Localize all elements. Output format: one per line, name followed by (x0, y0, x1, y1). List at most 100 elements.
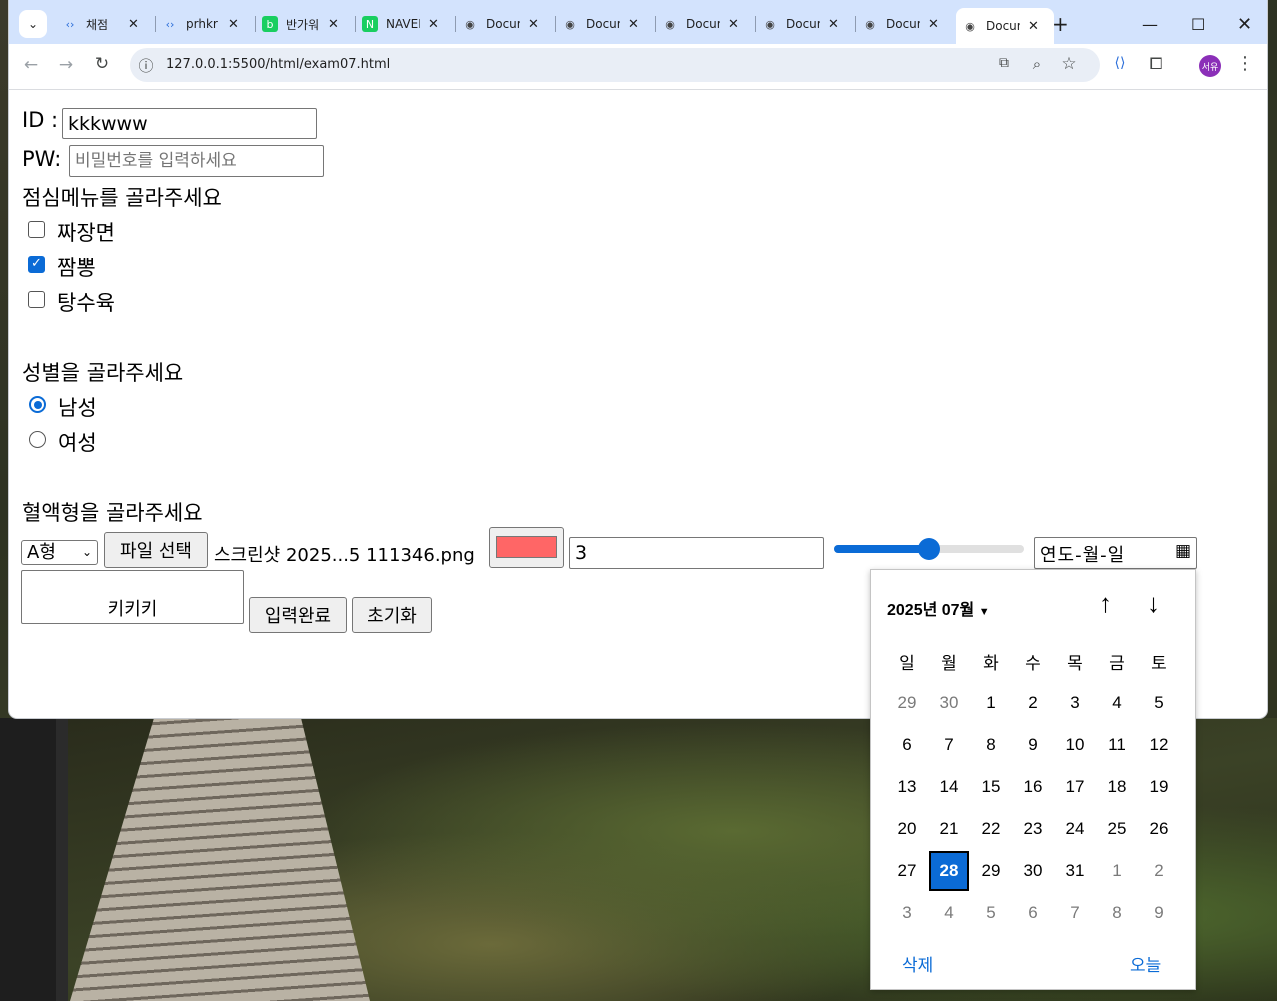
calendar-day[interactable]: 30 (928, 682, 970, 724)
calendar-day[interactable]: 18 (1096, 766, 1138, 808)
tab-5[interactable]: ◉ Document ✕ (456, 8, 554, 40)
calendar-day[interactable]: 30 (1012, 850, 1054, 892)
calendar-day[interactable]: 8 (970, 724, 1012, 766)
calendar-day[interactable]: 10 (1054, 724, 1096, 766)
new-tab-button[interactable]: + (1052, 8, 1069, 40)
textarea[interactable]: 키키키 (21, 570, 244, 624)
lunch-checkbox-1[interactable] (28, 221, 45, 238)
clear-date-link[interactable]: 삭제 (902, 951, 933, 976)
calendar-day[interactable]: 9 (1138, 892, 1180, 934)
calendar-day[interactable]: 5 (970, 892, 1012, 934)
calendar-day[interactable]: 5 (1138, 682, 1180, 724)
bookmark-star-icon[interactable]: ☆ (1059, 54, 1079, 74)
address-bar[interactable]: ⓘ 127.0.0.1:5500/html/exam07.html ⧉ ⌕ ☆ (130, 48, 1100, 82)
range-thumb[interactable] (918, 538, 940, 560)
calendar-day[interactable]: 2 (1138, 850, 1180, 892)
profile-avatar[interactable]: 서유 (1199, 55, 1221, 77)
calendar-day[interactable]: 12 (1138, 724, 1180, 766)
plus-icon[interactable]: + (1052, 12, 1069, 36)
close-icon[interactable]: ✕ (128, 17, 139, 32)
calendar-day[interactable]: 8 (1096, 892, 1138, 934)
close-icon[interactable]: ✕ (228, 17, 239, 32)
range-slider[interactable] (834, 538, 1024, 560)
maximize-button[interactable]: ☐ (1191, 8, 1205, 40)
calendar-day[interactable]: 22 (970, 808, 1012, 850)
close-icon[interactable]: ✕ (928, 17, 939, 32)
calendar-day[interactable]: 25 (1096, 808, 1138, 850)
close-icon[interactable]: ✕ (328, 17, 339, 32)
close-icon[interactable]: ✕ (1028, 19, 1039, 34)
number-input[interactable] (569, 537, 824, 569)
caret-down-icon[interactable]: ▼ (979, 606, 990, 618)
calendar-day[interactable]: 7 (928, 724, 970, 766)
submit-button[interactable]: 입력완료 (249, 597, 347, 633)
gender-radio-male[interactable] (29, 396, 46, 413)
chevron-down-icon[interactable]: ⌄ (19, 10, 47, 38)
close-window-button[interactable]: ✕ (1237, 8, 1252, 40)
tab-4[interactable]: N NAVER ✕ (356, 8, 454, 40)
calendar-day[interactable]: 3 (886, 892, 928, 934)
calendar-day[interactable]: 6 (886, 724, 928, 766)
gender-radio-female[interactable] (29, 431, 46, 448)
calendar-day[interactable]: 29 (886, 682, 928, 724)
zoom-icon[interactable]: ⌕ (1027, 55, 1047, 73)
extensions-puzzle-icon[interactable]: ⧠ (1146, 54, 1166, 74)
calendar-day[interactable]: 3 (1054, 682, 1096, 724)
color-picker[interactable] (489, 527, 564, 568)
minimize-button[interactable]: — (1142, 8, 1158, 40)
today-link[interactable]: 오늘 (1130, 951, 1161, 976)
forward-icon[interactable]: → (56, 55, 76, 75)
password-input[interactable] (69, 145, 324, 177)
url-text[interactable]: 127.0.0.1:5500/html/exam07.html (166, 57, 390, 72)
calendar-day[interactable]: 24 (1054, 808, 1096, 850)
calendar-day[interactable]: 26 (1138, 808, 1180, 850)
calendar-day[interactable]: 4 (928, 892, 970, 934)
calendar-day-selected[interactable]: 28 (929, 851, 969, 891)
calendar-day[interactable]: 1 (1096, 850, 1138, 892)
calendar-day[interactable]: 21 (928, 808, 970, 850)
id-input[interactable] (62, 108, 317, 139)
tab-1[interactable]: ‹› 채점 ✕ (56, 8, 154, 40)
close-icon[interactable]: ✕ (728, 17, 739, 32)
minimize-icon[interactable]: — (1142, 15, 1158, 34)
back-icon[interactable]: ← (21, 55, 41, 75)
calendar-day[interactable]: 1 (970, 682, 1012, 724)
calendar-day[interactable]: 27 (886, 850, 928, 892)
calendar-day[interactable]: 7 (1054, 892, 1096, 934)
calendar-day[interactable]: 13 (886, 766, 928, 808)
tab-6[interactable]: ◉ Document ✕ (556, 8, 654, 40)
calendar-day[interactable]: 29 (970, 850, 1012, 892)
calendar-day[interactable]: 19 (1138, 766, 1180, 808)
lunch-checkbox-3[interactable] (28, 291, 45, 308)
calendar-icon[interactable]: ▦ (1175, 541, 1191, 561)
extension-icon[interactable]: ⟨⟩ (1110, 55, 1130, 71)
lunch-checkbox-2[interactable]: ✓ (28, 256, 45, 273)
close-icon[interactable]: ✕ (1237, 14, 1252, 35)
blood-type-select[interactable]: A형 ⌄ (21, 540, 98, 565)
tab-7[interactable]: ◉ Document ✕ (656, 8, 754, 40)
calendar-day[interactable]: 4 (1096, 682, 1138, 724)
tab-3[interactable]: b 반가워 ✕ (256, 8, 354, 40)
close-icon[interactable]: ✕ (528, 17, 539, 32)
calendar-day[interactable]: 9 (1012, 724, 1054, 766)
close-icon[interactable]: ✕ (428, 17, 439, 32)
file-select-button[interactable]: 파일 선택 (104, 532, 208, 568)
menu-kebab-icon[interactable]: ⋮ (1235, 53, 1255, 74)
calendar-day[interactable]: 11 (1096, 724, 1138, 766)
calendar-day[interactable]: 20 (886, 808, 928, 850)
close-icon[interactable]: ✕ (628, 17, 639, 32)
calendar-day[interactable]: 6 (1012, 892, 1054, 934)
month-label[interactable]: 2025년 07월 (887, 602, 974, 619)
tab-8[interactable]: ◉ Document ✕ (756, 8, 854, 40)
site-info-icon[interactable]: ⓘ (136, 55, 156, 76)
tab-search-button[interactable]: ⌄ (19, 8, 47, 40)
calendar-day[interactable]: 31 (1054, 850, 1096, 892)
tab-10[interactable]: ◉ Document ✕ (956, 8, 1054, 44)
arrow-down-icon[interactable]: ↓ (1147, 588, 1160, 619)
month-selector[interactable]: 2025년 07월 ▼ (887, 596, 990, 620)
reset-button[interactable]: 초기화 (352, 597, 432, 633)
calendar-day[interactable]: 15 (970, 766, 1012, 808)
reload-icon[interactable]: ↻ (92, 54, 112, 74)
arrow-up-icon[interactable]: ↑ (1099, 588, 1112, 619)
tab-2[interactable]: ‹› prhkr ✕ (156, 8, 254, 40)
